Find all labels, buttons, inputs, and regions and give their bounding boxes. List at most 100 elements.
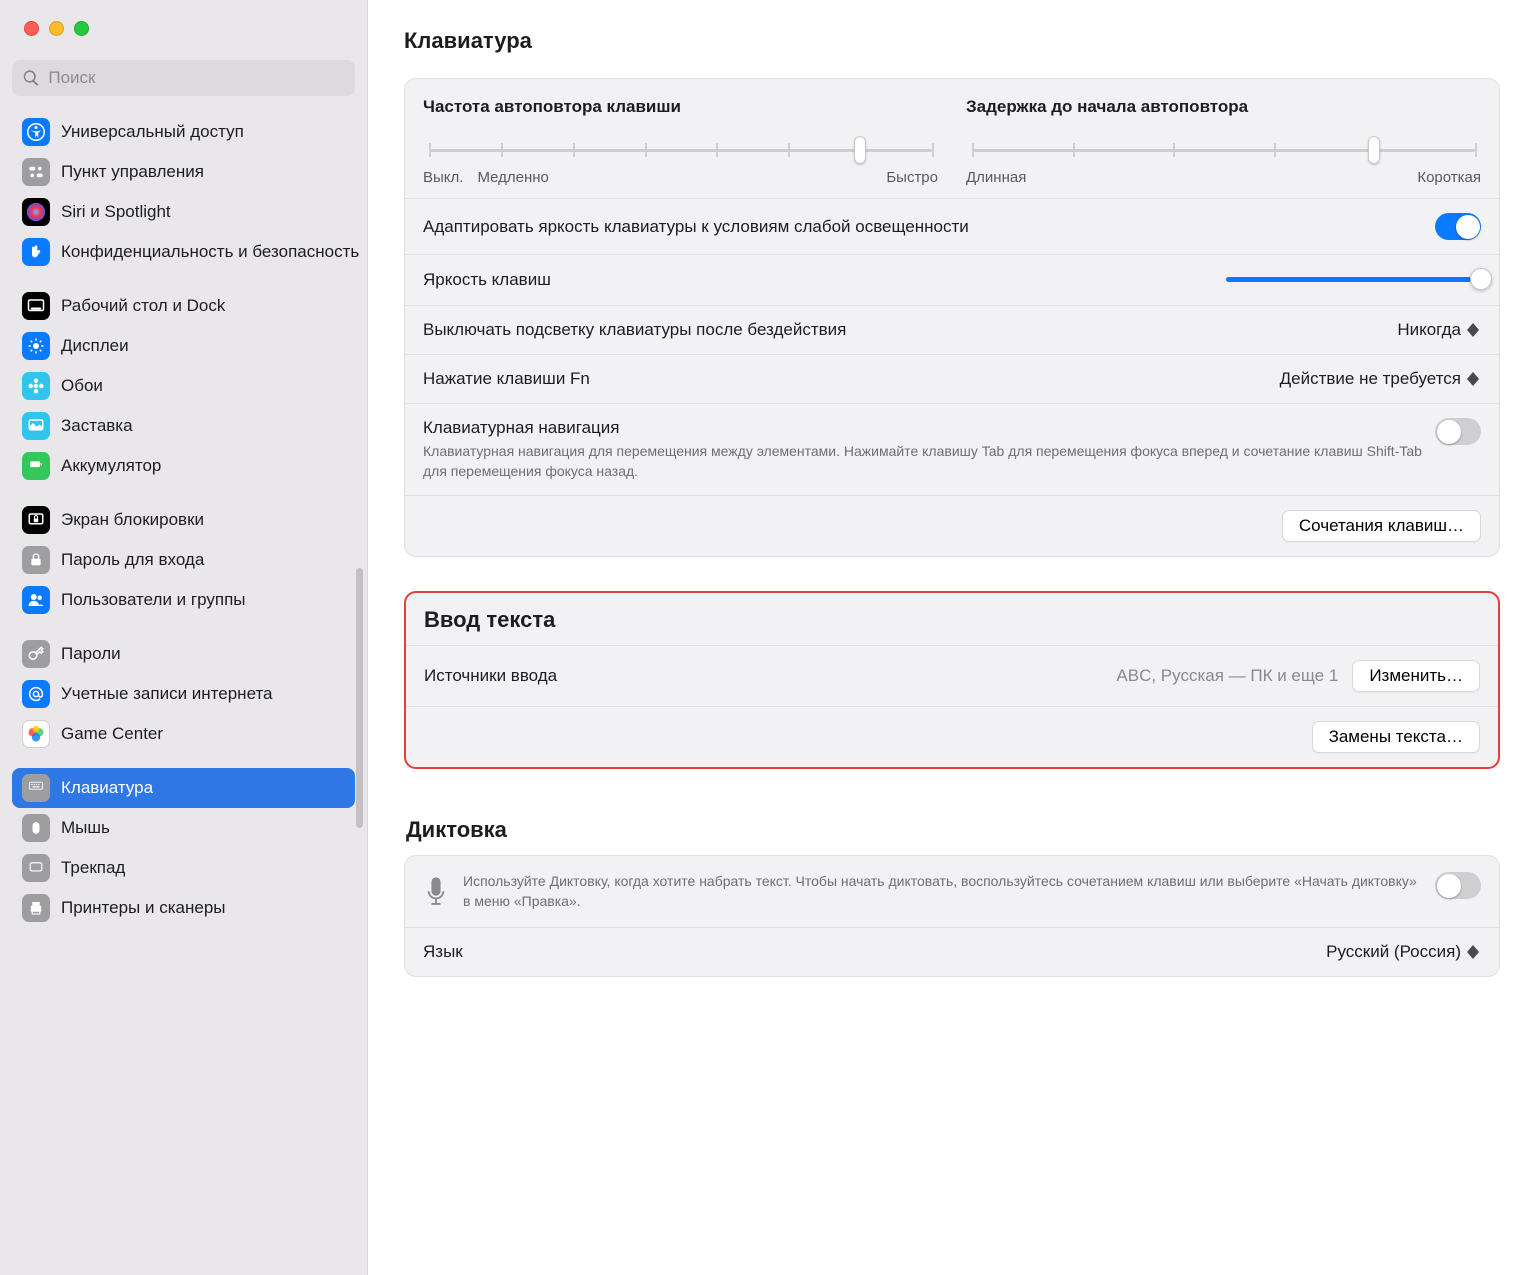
key-brightness-label: Яркость клавиш <box>423 270 551 290</box>
backlight-off-label: Выключать подсветку клавиатуры после без… <box>423 320 846 340</box>
sidebar-item-label: Пункт управления <box>61 162 204 182</box>
lock-icon <box>22 546 50 574</box>
slider-label-short: Короткая <box>1417 169 1481 186</box>
accessibility-icon <box>22 118 50 146</box>
sidebar-item-flower[interactable]: Обои <box>12 366 355 406</box>
scrollbar-thumb[interactable] <box>356 568 363 828</box>
fn-key-select[interactable]: Действие не требуется <box>1280 369 1481 389</box>
sidebar-item-dock[interactable]: Рабочий стол и Dock <box>12 286 355 326</box>
sidebar-item-hand[interactable]: Конфиденциальность и безопасность <box>12 232 355 272</box>
backlight-off-select[interactable]: Никогда <box>1397 320 1481 340</box>
sidebar-item-label: Заставка <box>61 416 133 436</box>
slider-label-fast: Быстро <box>886 169 938 186</box>
dictation-desc: Используйте Диктовку, когда хотите набра… <box>463 872 1421 911</box>
input-sources-value: ABC, Русская — ПК и еще 1 <box>1116 666 1338 686</box>
sidebar-item-screensaver[interactable]: Заставка <box>12 406 355 446</box>
slider-label-off: Выкл. <box>423 169 463 186</box>
sidebar-item-label: Принтеры и сканеры <box>61 898 226 918</box>
chevron-up-down-icon <box>1467 320 1481 340</box>
fn-key-value: Действие не требуется <box>1280 369 1461 389</box>
sidebar-item-label: Обои <box>61 376 103 396</box>
sidebar-item-label: Аккумулятор <box>61 456 161 476</box>
search-icon <box>22 68 40 88</box>
sidebar-item-lock[interactable]: Пароль для входа <box>12 540 355 580</box>
minimize-window-button[interactable] <box>49 21 64 36</box>
users-icon <box>22 586 50 614</box>
sidebar-item-label: Универсальный доступ <box>61 122 244 142</box>
key-repeat-delay-label: Задержка до начала автоповтора <box>966 97 1481 117</box>
sidebar-item-label: Рабочий стол и Dock <box>61 296 225 316</box>
sidebar-item-key[interactable]: Пароли <box>12 634 355 674</box>
dictation-title: Диктовка <box>404 803 1500 855</box>
sidebar-item-users[interactable]: Пользователи и группы <box>12 580 355 620</box>
sidebar-item-keyboard[interactable]: Клавиатура <box>12 768 355 808</box>
slider-label-long: Длинная <box>966 169 1026 186</box>
text-input-title: Ввод текста <box>406 593 1498 645</box>
dictation-toggle[interactable] <box>1435 872 1481 899</box>
keyboard-settings-card: Частота автоповтора клавиши Выкл. Медлен… <box>404 78 1500 557</box>
sidebar-item-label: Game Center <box>61 724 163 744</box>
sidebar-item-lock-screen[interactable]: Экран блокировки <box>12 500 355 540</box>
search-field[interactable] <box>12 60 355 96</box>
siri-icon <box>22 198 50 226</box>
hand-icon <box>22 238 50 266</box>
keyboard-icon <box>22 774 50 802</box>
sidebar-nav[interactable]: Универсальный доступ Пункт управления Siri… <box>0 108 367 1275</box>
text-input-card: Ввод текста Источники ввода ABC, Русская… <box>404 591 1500 769</box>
sidebar-item-label: Трекпад <box>61 858 125 878</box>
microphone-icon <box>423 874 449 910</box>
sidebar-item-label: Мышь <box>61 818 110 838</box>
keyboard-shortcuts-button[interactable]: Сочетания клавиш… <box>1282 510 1481 542</box>
search-input[interactable] <box>48 68 345 88</box>
sidebar-item-label: Клавиатура <box>61 778 153 798</box>
adaptive-brightness-label: Адаптировать яркость клавиатуры к услови… <box>423 217 969 237</box>
slider-label-slow: Медленно <box>477 169 548 186</box>
adaptive-brightness-toggle[interactable] <box>1435 213 1481 240</box>
lock-screen-icon <box>22 506 50 534</box>
sidebar-item-siri[interactable]: Siri и Spotlight <box>12 192 355 232</box>
dock-icon <box>22 292 50 320</box>
sidebar-item-battery[interactable]: Аккумулятор <box>12 446 355 486</box>
page-title: Клавиатура <box>404 28 1500 54</box>
sidebar-item-label: Дисплеи <box>61 336 129 356</box>
sidebar-item-label: Конфиденциальность и безопасность <box>61 242 359 262</box>
sidebar-item-trackpad[interactable]: Трекпад <box>12 848 355 888</box>
window-controls <box>0 0 367 36</box>
sidebar: Универсальный доступ Пункт управления Siri… <box>0 0 368 1275</box>
battery-icon <box>22 452 50 480</box>
at-icon <box>22 680 50 708</box>
sun-icon <box>22 332 50 360</box>
dictation-card: Используйте Диктовку, когда хотите набра… <box>404 855 1500 977</box>
sidebar-item-accessibility[interactable]: Универсальный доступ <box>12 112 355 152</box>
sidebar-item-mouse[interactable]: Мышь <box>12 808 355 848</box>
key-brightness-slider[interactable] <box>1226 269 1481 291</box>
key-repeat-delay-slider[interactable] <box>972 139 1475 161</box>
printer-icon <box>22 894 50 922</box>
sidebar-item-sun[interactable]: Дисплеи <box>12 326 355 366</box>
key-repeat-rate-label: Частота автоповтора клавиши <box>423 97 938 117</box>
sidebar-item-label: Siri и Spotlight <box>61 202 171 222</box>
fn-key-label: Нажатие клавиши Fn <box>423 369 590 389</box>
control-center-icon <box>22 158 50 186</box>
edit-input-sources-button[interactable]: Изменить… <box>1352 660 1480 692</box>
content-pane: Клавиатура Частота автоповтора клавиши В… <box>368 0 1536 1275</box>
keyboard-nav-label: Клавиатурная навигация <box>423 418 1435 438</box>
sidebar-item-game-center[interactable]: Game Center <box>12 714 355 754</box>
flower-icon <box>22 372 50 400</box>
keyboard-nav-desc: Клавиатурная навигация для перемещения м… <box>423 442 1435 481</box>
zoom-window-button[interactable] <box>74 21 89 36</box>
sidebar-item-at[interactable]: Учетные записи интернета <box>12 674 355 714</box>
close-window-button[interactable] <box>24 21 39 36</box>
game-center-icon <box>22 720 50 748</box>
chevron-up-down-icon <box>1467 942 1481 962</box>
key-repeat-rate-slider[interactable] <box>429 139 932 161</box>
input-sources-label: Источники ввода <box>424 666 557 686</box>
sidebar-item-label: Учетные записи интернета <box>61 684 273 704</box>
sidebar-item-printer[interactable]: Принтеры и сканеры <box>12 888 355 928</box>
keyboard-nav-toggle[interactable] <box>1435 418 1481 445</box>
sidebar-item-control-center[interactable]: Пункт управления <box>12 152 355 192</box>
dictation-lang-select[interactable]: Русский (Россия) <box>1326 942 1481 962</box>
sidebar-item-label: Экран блокировки <box>61 510 204 530</box>
text-replacement-button[interactable]: Замены текста… <box>1312 721 1480 753</box>
dictation-lang-value: Русский (Россия) <box>1326 942 1461 962</box>
